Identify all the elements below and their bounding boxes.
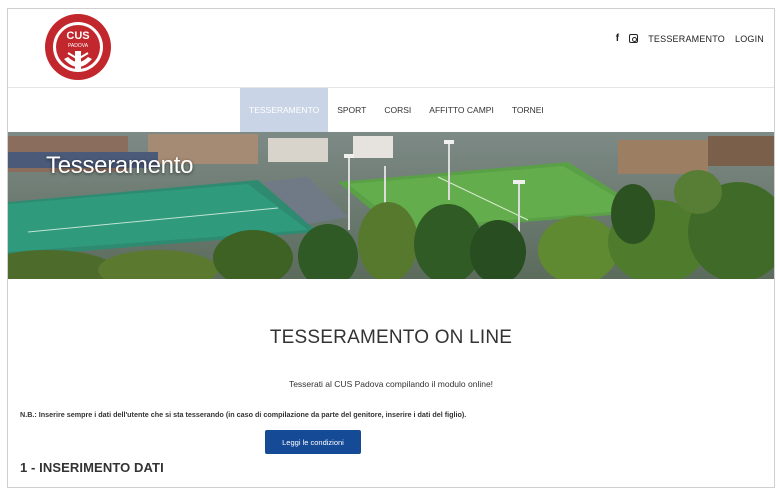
browser-frame: CUS PADOVA f TESSERAMENTO LOGIN TESSERAM… xyxy=(7,8,775,488)
logo-text: CUS xyxy=(66,30,89,42)
cus-padova-logo[interactable]: CUS PADOVA xyxy=(44,13,112,81)
nav-item-sport[interactable]: SPORT xyxy=(328,88,375,132)
logo-subtext: PADOVA xyxy=(68,43,89,49)
nav-item-corsi[interactable]: CORSI xyxy=(375,88,420,132)
hero-title: Tesseramento xyxy=(46,152,194,179)
nav-item-tesseramento[interactable]: TESSERAMENTO xyxy=(240,88,329,132)
page-subtitle: Tesserati al CUS Padova compilando il mo… xyxy=(288,379,494,389)
read-conditions-button[interactable]: Leggi le condizioni xyxy=(265,430,361,454)
hero-banner: Tesseramento xyxy=(8,132,774,279)
top-bar: CUS PADOVA f TESSERAMENTO LOGIN xyxy=(8,9,774,87)
main-nav: TESSERAMENTO SPORT CORSI AFFITTO CAMPI T… xyxy=(240,88,553,132)
page-title: TESSERAMENTO ON LINE xyxy=(269,327,513,348)
instagram-icon[interactable] xyxy=(629,34,639,43)
top-links: f TESSERAMENTO LOGIN xyxy=(616,33,764,44)
nav-item-tornei[interactable]: TORNEI xyxy=(503,88,553,132)
top-link-tesseramento[interactable]: TESSERAMENTO xyxy=(648,34,725,44)
nav-item-affitto-campi[interactable]: AFFITTO CAMPI xyxy=(420,88,503,132)
facebook-icon[interactable]: f xyxy=(616,33,620,44)
notice-text: N.B.: Inserire sempre i dati dell'utente… xyxy=(20,410,467,419)
section-heading: 1 - INSERIMENTO DATI xyxy=(20,460,164,475)
login-link[interactable]: LOGIN xyxy=(735,34,764,44)
